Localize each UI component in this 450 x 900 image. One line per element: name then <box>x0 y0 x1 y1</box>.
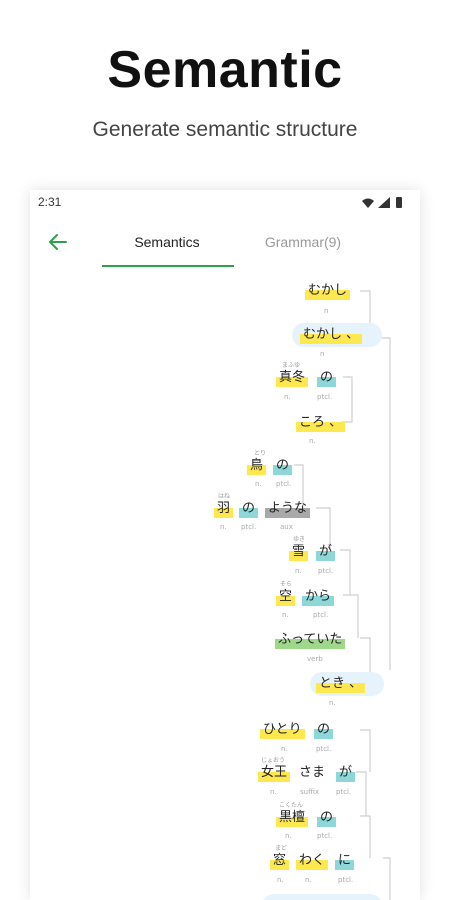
phone-frame: 2:31 Semantics Grammar(9) むかし n むかし 、 n … <box>30 190 420 900</box>
pos-label: ptcl. <box>317 832 333 840</box>
word-label: むかし <box>305 282 351 300</box>
word-label: さま <box>299 765 326 780</box>
pos-label: aux <box>280 523 293 531</box>
word-label: の <box>314 721 334 739</box>
word-label: が <box>316 543 336 561</box>
tree-node[interactable]: 鳥 の <box>247 454 299 478</box>
tree-node[interactable]: 真冬 の <box>276 366 346 390</box>
word-label: の <box>317 809 337 827</box>
pos-label: n. <box>277 876 284 884</box>
word-label: 黒檀 <box>276 809 309 827</box>
word-label: 鳥 <box>247 457 267 475</box>
word-label: の <box>239 500 259 518</box>
hero-title: Semantic <box>107 41 343 99</box>
pos-label: ptcl. <box>276 480 292 488</box>
pos-label: n. <box>295 567 302 575</box>
word-label: 羽 <box>214 500 234 518</box>
semantic-tree: むかし n むかし 、 n まふゆ 真冬 の n. ptcl. ころ 、 n. … <box>30 190 420 900</box>
tree-node[interactable]: ふっていた <box>274 628 362 652</box>
word-label: 窓 <box>270 852 290 870</box>
word-label: の <box>317 369 337 387</box>
pos-label: n. <box>305 876 312 884</box>
tree-node[interactable]: 女王 さま が <box>256 761 360 785</box>
clause-node[interactable]: とき 、 <box>310 672 384 696</box>
pos-label: n. <box>281 745 288 753</box>
clause-node[interactable]: むかし 、 <box>292 323 382 347</box>
word-label: 空 <box>276 588 296 606</box>
pos-label: n. <box>309 437 316 445</box>
word-label: から <box>302 588 335 606</box>
tree-node[interactable]: 空 から <box>274 585 344 609</box>
pos-label: n <box>320 350 325 358</box>
pos-label: n. <box>270 788 277 796</box>
pos-label: ptcl. <box>317 393 333 401</box>
tree-node[interactable]: ひとり の <box>258 718 340 742</box>
word-label: わく <box>296 852 329 870</box>
word-label: が <box>336 764 356 782</box>
word-label: むかし 、 <box>300 326 363 344</box>
word-label: ふっていた <box>275 631 346 649</box>
pos-label: ptcl. <box>318 567 334 575</box>
pos-label: ptcl. <box>316 745 332 753</box>
word-label: とき 、 <box>316 675 366 693</box>
pos-label: n. <box>282 611 289 619</box>
pos-label: n. <box>285 832 292 840</box>
pos-label: verb <box>307 655 323 663</box>
pos-label: ptcl. <box>241 523 257 531</box>
pos-label: n <box>324 307 329 315</box>
hero-subtitle: Generate semantic structure <box>92 118 358 141</box>
word-label: ひとり <box>260 721 305 739</box>
tree-node[interactable]: 黒檀 の <box>274 806 344 830</box>
pos-label: n. <box>220 523 227 531</box>
word-label: の <box>273 457 293 475</box>
pos-label: ptcl. <box>336 788 352 796</box>
clause-node[interactable] <box>262 894 382 900</box>
pos-label: ptcl. <box>338 876 354 884</box>
word-label: に <box>335 852 355 870</box>
word-label: ころ 、 <box>296 414 346 432</box>
tree-node[interactable]: 窓 わく に <box>268 849 364 873</box>
pos-label: n. <box>284 393 291 401</box>
tree-node[interactable]: 羽 の ような <box>212 497 320 521</box>
pos-label: n. <box>329 699 336 707</box>
tree-node[interactable]: むかし <box>301 279 361 303</box>
pos-label: suffix <box>300 788 319 796</box>
word-label: 女王 <box>258 764 291 782</box>
pos-label: n. <box>255 480 262 488</box>
tree-node[interactable]: ころ 、 <box>292 411 362 435</box>
word-label: 真冬 <box>276 369 309 387</box>
word-label: ような <box>265 500 311 518</box>
pos-label: ptcl. <box>313 611 329 619</box>
word-label: 雪 <box>289 543 309 561</box>
tree-node[interactable]: 雪 が <box>287 540 341 564</box>
